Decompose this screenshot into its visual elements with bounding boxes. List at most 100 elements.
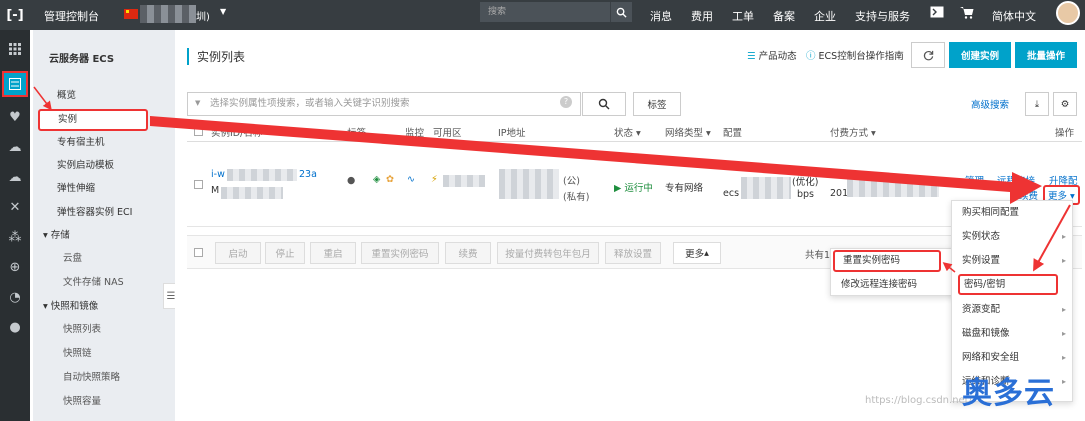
filter-dropdown-icon[interactable]: ▼ — [195, 99, 200, 107]
modify-remote-password-item[interactable]: 修改远程连接密码 — [831, 273, 917, 297]
sidebar-item-disks[interactable]: 云盘 — [63, 250, 82, 268]
config-optimized: (优化) — [792, 177, 819, 188]
chevron-right-icon: ▸ — [1061, 329, 1066, 338]
settings-gear-icon[interactable]: ⚙ — [1053, 92, 1077, 116]
renew-button[interactable]: 续费 — [445, 242, 491, 264]
sidebar-item-snapshot-chain[interactable]: 快照链 — [63, 345, 92, 363]
sidebar-item-overview[interactable]: 概览 — [57, 87, 76, 105]
disk-image-item[interactable]: 磁盘和镜像 ▸ — [952, 322, 1072, 346]
search-icon[interactable] — [610, 2, 632, 22]
language-selector[interactable]: 简体中文 — [992, 8, 1036, 24]
reset-instance-password-item[interactable]: 重置实例密码 — [833, 250, 941, 272]
convert-billing-button[interactable]: 按量付费转包年包月 — [497, 242, 599, 264]
column-header[interactable]: 标签 — [347, 125, 366, 139]
password-key-item[interactable]: 密码/密钥 — [958, 274, 1058, 295]
globe-icon[interactable]: ⊕ — [0, 252, 30, 282]
sidebar-item-instances[interactable]: 实例 — [38, 109, 148, 131]
question-icon[interactable]: ? — [560, 96, 572, 108]
column-header[interactable]: 状态 ▾ — [614, 125, 641, 139]
cluster-icon[interactable]: ⁂ — [0, 222, 30, 252]
refresh-button[interactable] — [911, 42, 945, 68]
global-search-input[interactable]: 搜索 — [480, 2, 610, 22]
menu-item-label: 资源变配 — [962, 304, 1001, 315]
monitor-chart-icon[interactable]: ∿ — [407, 174, 415, 185]
column-header[interactable]: 实例ID/名称 — [211, 125, 262, 139]
row-checkbox[interactable] — [194, 180, 203, 189]
grid-menu-icon[interactable] — [0, 34, 30, 64]
column-header[interactable]: 付费方式 ▾ — [830, 125, 876, 139]
menu-item-label: 磁盘和镜像 — [962, 328, 1010, 339]
sidebar-item-nas[interactable]: 文件存储 NAS — [63, 274, 124, 292]
chevron-right-icon: ▸ — [1061, 353, 1066, 362]
advanced-search-link[interactable]: 高级搜索 — [971, 97, 1009, 111]
aliyun-logo-icon[interactable]: [-] — [0, 0, 30, 30]
nav-enterprise[interactable]: 企业 — [814, 8, 836, 24]
select-all-bottom-checkbox[interactable] — [194, 248, 203, 257]
batch-operation-button[interactable]: 批量操作 — [1015, 42, 1077, 68]
sidebar-item-snapshot-list[interactable]: 快照列表 — [63, 321, 101, 339]
circle-icon[interactable]: ● — [0, 312, 30, 342]
nav-messages[interactable]: 消息 — [650, 8, 672, 24]
reset-password-button[interactable]: 重置实例密码 — [361, 242, 439, 264]
restart-button[interactable]: 重启 — [310, 242, 356, 264]
sidebar-item-snapshot-capacity[interactable]: 快照容量 — [63, 393, 101, 411]
instance-settings-item[interactable]: 实例设置 ▸ — [952, 249, 1072, 273]
sidebar-group-storage[interactable]: ▾ 存储 — [43, 227, 70, 245]
product-news-link[interactable]: ☰ 产品动态 — [747, 48, 797, 62]
nav-icp[interactable]: 备案 — [773, 8, 795, 24]
sidebar-item-launch-templates[interactable]: 实例启动模板 — [57, 157, 114, 175]
column-header-label: 付费方式 — [830, 128, 869, 139]
ecs-server-icon[interactable] — [2, 71, 28, 97]
region-selector-blurred[interactable] — [140, 5, 196, 23]
watermark-logo: 奥多云 — [962, 376, 1055, 411]
chevron-down-icon[interactable]: ▼ — [220, 7, 226, 16]
console-home-link[interactable]: 管理控制台 — [44, 8, 99, 24]
nav-billing[interactable]: 费用 — [691, 8, 713, 24]
ecs-guide-link[interactable]: ⓘ ECS控制台操作指南 — [806, 48, 904, 62]
create-instance-button[interactable]: 创建实例 — [949, 42, 1011, 68]
instance-id-link[interactable]: i-w — [211, 169, 225, 180]
sidebar-item-auto-snapshot-policy[interactable]: 自动快照策略 — [63, 369, 120, 387]
sidebar-item-auto-scaling[interactable]: 弹性伸缩 — [57, 180, 95, 198]
export-icon[interactable]: ⤓ — [1025, 92, 1049, 116]
column-header[interactable]: 可用区 — [433, 125, 462, 139]
cloud-upload-icon[interactable]: ☁ — [0, 162, 30, 192]
security-icon[interactable]: ◈ — [373, 174, 380, 185]
start-button[interactable]: 启动 — [215, 242, 261, 264]
network-security-item[interactable]: 网络和安全组 ▸ — [952, 346, 1072, 370]
manage-link[interactable]: 管理 — [965, 173, 984, 187]
instance-search-input[interactable]: 选择实例属性项搜索，或者输入关键字识别搜索 — [187, 92, 581, 116]
column-header: 操作 — [1055, 128, 1075, 139]
terminal-icon[interactable] — [930, 6, 944, 21]
bomb-icon[interactable]: ◔ — [0, 282, 30, 312]
region-label[interactable]: 圳) — [196, 8, 210, 23]
sidebar-group-snapshots[interactable]: ▾ 快照和镜像 — [43, 298, 98, 316]
config-bandwidth: bps — [797, 189, 815, 200]
release-settings-button[interactable]: 释放设置 — [605, 242, 661, 264]
cloud-icon[interactable]: ☁ — [0, 132, 30, 162]
user-avatar[interactable] — [1056, 1, 1080, 25]
nav-support[interactable]: 支持与服务 — [855, 8, 910, 24]
column-header: 配置 — [723, 128, 743, 139]
tag-filter-button[interactable]: 标签 — [633, 92, 681, 116]
sidebar-item-dedicated-hosts[interactable]: 专有宿主机 — [57, 134, 105, 152]
remote-connect-link[interactable]: 远程连接 — [997, 173, 1035, 187]
network-icon[interactable]: ✕ — [0, 192, 30, 222]
instance-id-suffix[interactable]: 23a — [299, 169, 317, 180]
status-badge: ▶ 运行中 — [614, 180, 653, 194]
buy-same-config-item[interactable]: 购买相同配置 — [952, 201, 1019, 225]
column-header[interactable]: 网络类型 ▾ — [665, 125, 711, 139]
bulk-more-label: 更多 — [685, 249, 705, 260]
resource-change-item[interactable]: 资源变配 ▸ — [952, 298, 1072, 322]
sidebar-item-eci[interactable]: 弹性容器实例 ECI — [57, 204, 132, 222]
nav-tickets[interactable]: 工单 — [732, 8, 754, 24]
stop-button[interactable]: 停止 — [265, 242, 305, 264]
select-all-checkbox[interactable] — [194, 127, 203, 136]
search-button[interactable] — [582, 92, 626, 116]
shield-icon[interactable]: ♥ — [0, 102, 30, 132]
cart-icon[interactable] — [960, 6, 974, 22]
instance-status-item[interactable]: 实例状态 ▸ — [952, 225, 1072, 249]
monitor-dots-icon[interactable]: ✿ — [386, 174, 394, 185]
bulk-more-button[interactable]: 更多 ▴ — [673, 242, 721, 264]
tag-icon[interactable]: ● — [347, 175, 355, 186]
